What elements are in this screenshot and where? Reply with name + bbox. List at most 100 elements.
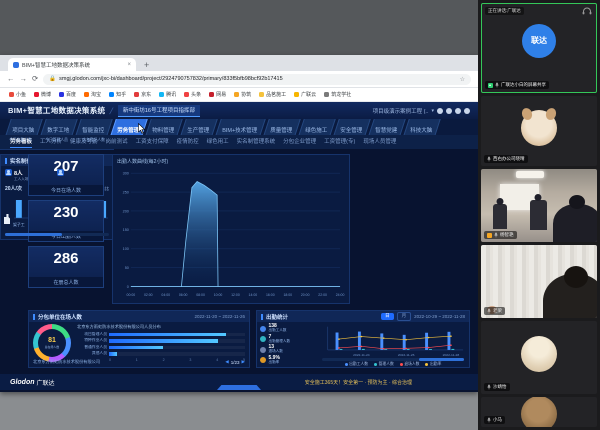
attendance-list-item: 138 出勤工人数 [260, 324, 316, 333]
bookmark-item[interactable]: 淘宝 [84, 91, 101, 98]
subnav-tab[interactable]: 实名制管理系统 [237, 137, 276, 148]
browser-tab[interactable]: BIM+智慧工地数据决策系统 × [8, 58, 136, 71]
bookmark-item[interactable]: 广联云 [294, 91, 316, 98]
bookmark-favicon-icon [109, 92, 114, 97]
svg-text:10:00: 10:00 [214, 293, 223, 297]
video-tile[interactable]: 小马 [481, 397, 597, 427]
bookmarks-bar: 小鱼 微博 百度 淘宝 知乎 京东 腾讯 [0, 88, 478, 102]
bookmark-item[interactable]: 品茗施工 [259, 91, 286, 98]
address-bar[interactable]: 🔒 smgj.glodon.com/jxc-bi/dashboard/proje… [43, 74, 471, 85]
new-tab-button[interactable]: + [144, 60, 149, 70]
panel-title: 出勤统计 [266, 313, 288, 321]
project-badge[interactable]: 新中街坊16号工程项目指挥部 [118, 105, 200, 117]
bookmark-item[interactable]: 百度 [59, 91, 76, 98]
nav-tab[interactable]: BIM+技术管理 [214, 119, 266, 135]
bookmark-favicon-icon [34, 92, 39, 97]
stat-label: 在册总人数 [29, 277, 103, 287]
nav-tab[interactable]: 智能监控 [74, 119, 113, 135]
video-tile-screen-share[interactable]: 正在讲话:广联达 联达 广联达小白的屏幕共享 [481, 3, 597, 93]
subnav-tab[interactable]: 岗前测试 [106, 137, 128, 148]
legend-dot [260, 326, 266, 332]
lock-icon: 🔒 [49, 76, 56, 82]
bookmark-item[interactable]: 腾讯 [159, 91, 176, 98]
date-range[interactable]: 2022-10-29 ~ 2022-11-28 [414, 314, 465, 319]
pager-prev-icon[interactable]: ◀ [225, 359, 228, 365]
bookmark-item[interactable]: 微博 [34, 91, 51, 98]
pager-position: 1/23 [231, 360, 240, 365]
subnav-tab[interactable]: 疫情防控 [177, 137, 199, 148]
trade-chart-scrollbar[interactable] [5, 233, 109, 236]
bookmark-star-icon[interactable]: ☆ [460, 76, 465, 83]
back-icon[interactable]: ← [7, 75, 15, 83]
project-selector[interactable]: 项目级演示案例工程 (.. [373, 107, 429, 115]
legend-dot [260, 357, 266, 363]
video-tile[interactable]: 老梁 [481, 245, 597, 318]
forward-icon[interactable]: → [20, 75, 28, 83]
svg-text:250: 250 [123, 190, 129, 194]
nav-tab[interactable]: 项目大脑 [4, 119, 43, 135]
svg-text:50: 50 [125, 266, 129, 270]
video-tile[interactable]: 沙靖怡 [481, 321, 597, 394]
sub-nav: 劳务看板工人分析健康及考勤岗前测试工资支付保障疫情防控绿色用工实名制管理系统分包… [0, 135, 478, 149]
stat-value: 230 [29, 204, 103, 221]
dashboard-header: BIM+智慧工地数据决策系统 / 新中街坊16号工程项目指挥部 项目级演示案例工… [0, 102, 478, 119]
header-icon-3[interactable] [455, 108, 461, 114]
participant-name: 老梁 [493, 308, 502, 314]
bookmark-item[interactable]: 筑龙学社 [324, 91, 351, 98]
hand-icon [4, 214, 10, 224]
subnav-tab[interactable]: 工资管理(专) [324, 137, 355, 148]
bookmark-favicon-icon [259, 92, 264, 97]
svg-text:100: 100 [123, 247, 129, 251]
header-icon-2[interactable] [446, 108, 452, 114]
bookmark-item[interactable]: 知乎 [109, 91, 126, 98]
video-tile[interactable]: 杨智艳 [481, 169, 597, 242]
bookmark-item[interactable]: 小鱼 [9, 91, 26, 98]
header-icon-1[interactable] [437, 108, 443, 114]
meeting-sidebar: 正在讲话:广联达 联达 广联达小白的屏幕共享 西右办公司晓晴 [478, 0, 600, 430]
accent-bar [5, 158, 7, 164]
reload-icon[interactable]: ⟳ [32, 75, 38, 83]
date-range[interactable]: 2022-11-20 ~ 2022-11-26 [195, 314, 246, 319]
header-icon-4[interactable] [464, 108, 470, 114]
filter-month-button[interactable]: 月 [397, 312, 412, 321]
nav-tab[interactable]: 质量管理 [262, 119, 301, 135]
svg-text:150: 150 [123, 228, 129, 232]
stat-card-onsite: 207 今日在场人数 [28, 154, 104, 196]
tab-favicon-icon [13, 62, 19, 68]
stat-label: 今日在场人数 [29, 185, 103, 195]
bookmark-favicon-icon [59, 92, 64, 97]
nav-tab[interactable]: 物料管理 [144, 119, 183, 135]
attendance-list-item: 13 退场人数 [260, 345, 316, 354]
bookmark-item[interactable]: 头条 [184, 91, 201, 98]
bookmark-favicon-icon [159, 92, 164, 97]
mic-icon [494, 232, 498, 238]
people-distribution-chart: 项目管理人员特种作业人员普通作业人员其他人员012345 [77, 332, 245, 362]
subnav-tab[interactable]: 绿色用工 [207, 137, 229, 148]
nav-tab[interactable]: 科技大脑 [402, 119, 441, 135]
nav-tab[interactable]: 生产管理 [179, 119, 218, 135]
chevron-down-icon[interactable]: ▾ [431, 108, 434, 114]
bookmark-item[interactable]: 网易 [209, 91, 226, 98]
nav-tab[interactable]: 数字工地 [39, 119, 78, 135]
svg-text:00:00: 00:00 [127, 293, 136, 297]
svg-text:14:00: 14:00 [249, 293, 258, 297]
nav-tab[interactable]: 智慧党建 [367, 119, 406, 135]
nav-tab[interactable]: 绿色施工 [297, 119, 336, 135]
nav-tab[interactable]: 安全管理 [332, 119, 371, 135]
chart-legend: 出勤工人数管理人数退场人数出勤率 [320, 362, 466, 367]
subnav-tab[interactable]: 工资支付保障 [136, 137, 169, 148]
pager-next-icon[interactable]: ▶ [242, 359, 245, 365]
subnav-tab[interactable]: 现场人员管理 [363, 137, 396, 148]
tab-close-icon[interactable]: × [127, 62, 131, 68]
mic-icon [487, 308, 491, 314]
bookmark-item[interactable]: 京东 [134, 91, 151, 98]
tab-strip: BIM+智慧工地数据决策系统 × + [0, 55, 478, 71]
video-tile[interactable]: 西右办公司晓晴 [481, 96, 597, 166]
subnav-tab[interactable]: 分包企业管理 [283, 137, 316, 148]
accent-bar [33, 314, 35, 320]
bookmark-item[interactable]: 协筑 [234, 91, 251, 98]
chart-title: 出勤人数曲线(每2小时) [117, 158, 345, 165]
filter-day-button[interactable]: 日 [381, 313, 394, 320]
screen: BIM+智慧工地数据决策系统 × + ← → ⟳ 🔒 smgj.glodon.c… [0, 0, 600, 430]
trend-chart-scrollbar[interactable] [322, 358, 464, 361]
